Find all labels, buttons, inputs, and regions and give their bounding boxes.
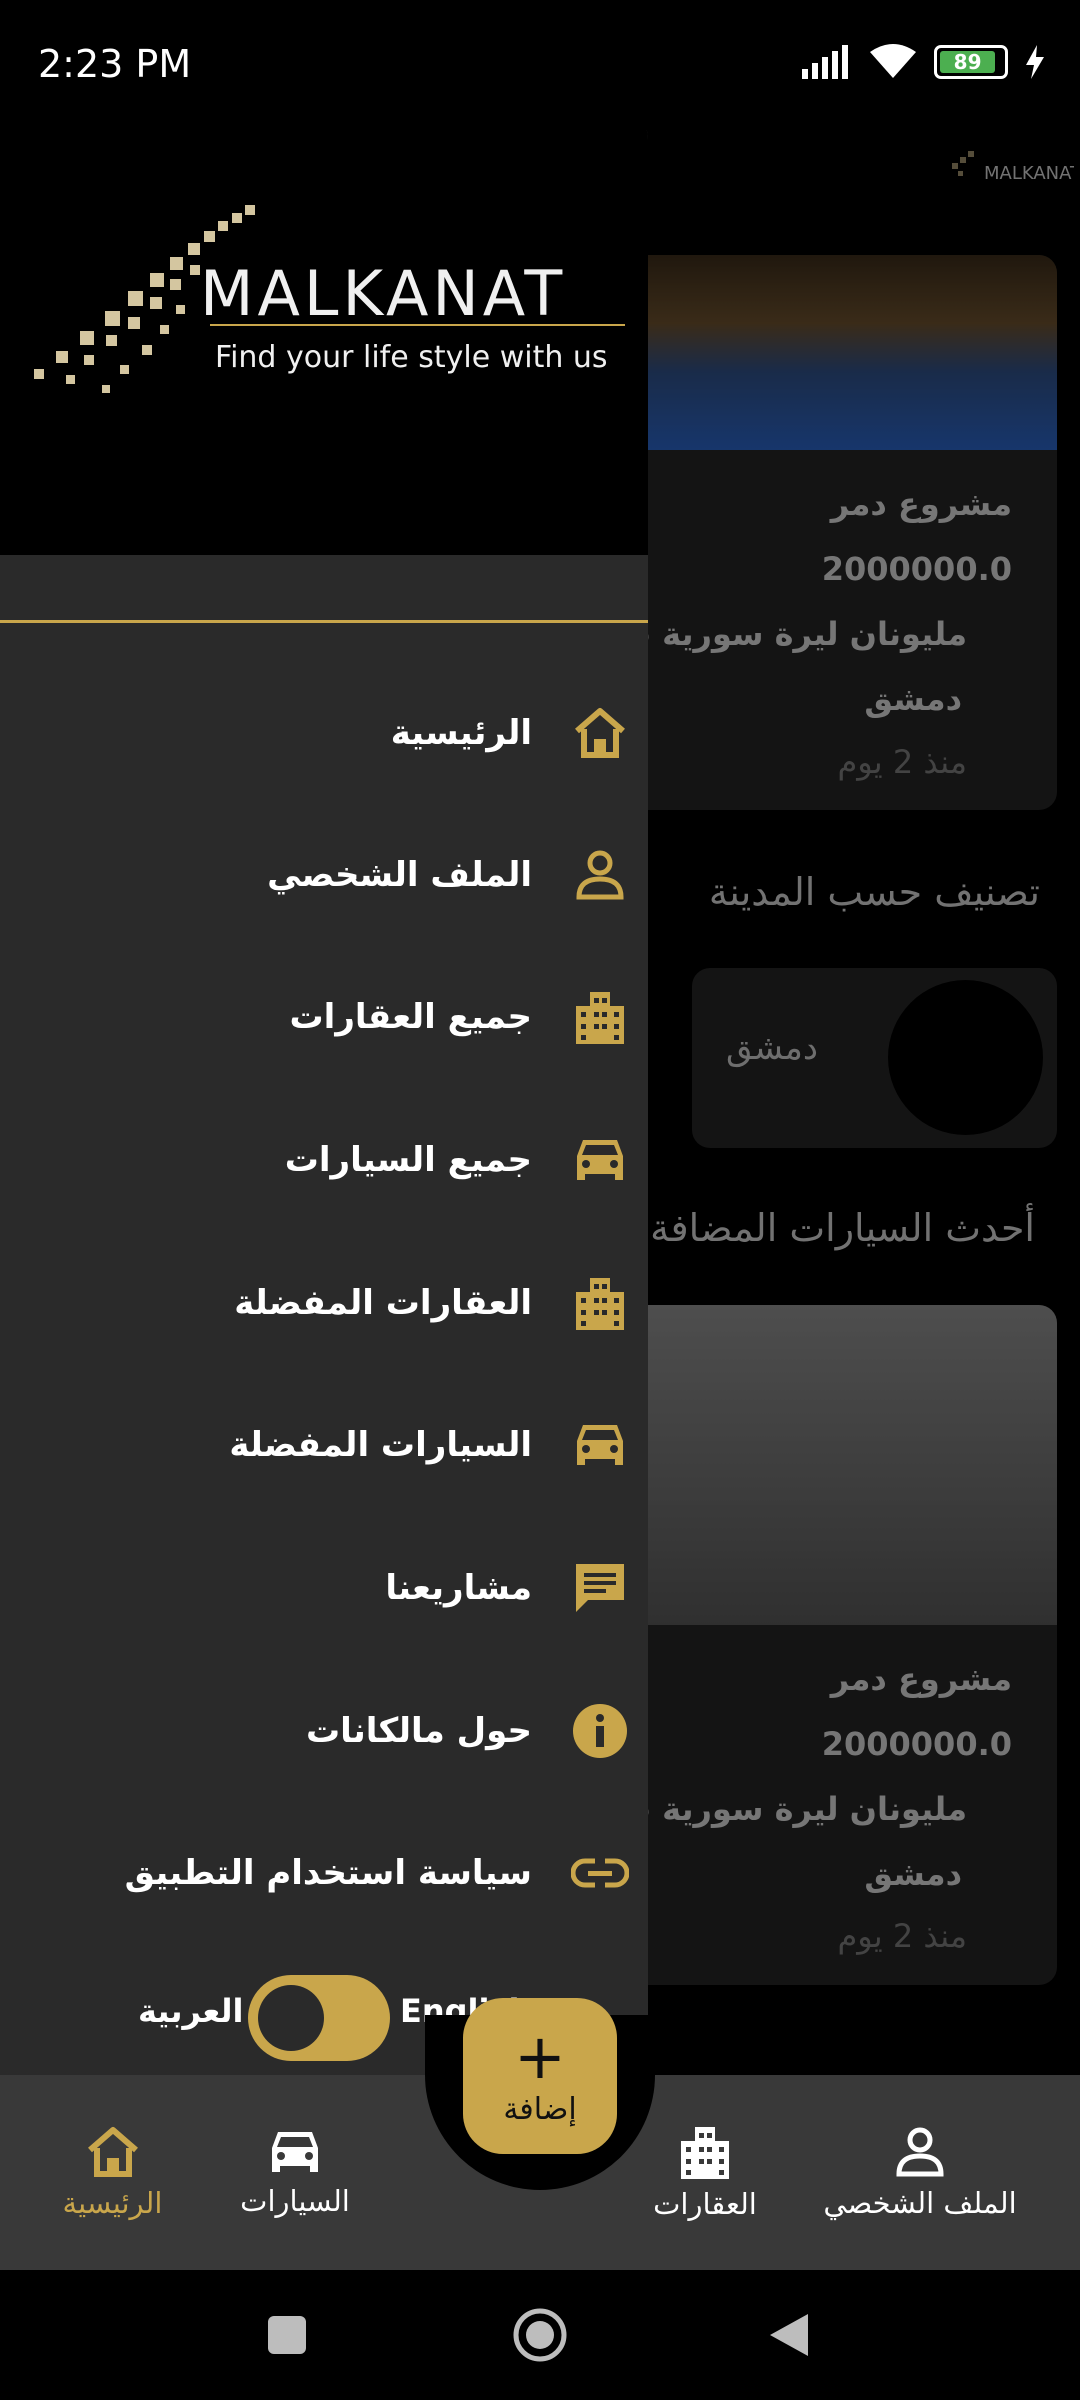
menu-label: جميع السيارات: [284, 1140, 532, 1180]
back-icon[interactable]: [768, 2312, 812, 2358]
malkanat-logo: MALKANAT Find your life style with us: [34, 205, 625, 393]
nav-label: الملف الشخصي: [823, 2185, 1017, 2220]
home-icon: [87, 2126, 138, 2177]
message-icon: [570, 1558, 630, 1618]
person-icon: [570, 845, 630, 905]
menu-label: العقارات المفضلة: [234, 1283, 532, 1323]
navigation-drawer: MALKANAT Find your life style with us ال…: [0, 100, 648, 2075]
menu-item-profile[interactable]: الملف الشخصي: [30, 820, 630, 930]
toggle-knob: [258, 1985, 324, 2051]
menu-item-all-properties[interactable]: جميع العقارات: [30, 962, 630, 1072]
menu-label: حول مالكانات: [306, 1711, 532, 1751]
menu-item-our-projects[interactable]: مشاريعنا: [30, 1533, 630, 1643]
menu-label: مشاريعنا: [385, 1568, 532, 1608]
menu-item-all-cars[interactable]: جميع السيارات: [30, 1105, 630, 1215]
home-icon: [570, 703, 630, 763]
building-icon: [570, 1273, 630, 1333]
system-navigation-bar: [0, 2270, 1080, 2400]
link-icon: [570, 1843, 630, 1903]
plus-icon: +: [514, 2019, 566, 2093]
menu-item-about[interactable]: حول مالكانات: [30, 1676, 630, 1786]
svg-text:MALKANAT: MALKANAT: [200, 257, 566, 330]
recents-icon[interactable]: [266, 2314, 308, 2356]
wifi-icon: [870, 44, 916, 78]
svg-text:Find your life style with us: Find your life style with us: [215, 340, 608, 375]
car-icon: [570, 1415, 630, 1475]
nav-label: العقارات: [653, 2186, 757, 2221]
building-icon: [681, 2126, 729, 2179]
info-icon: [570, 1701, 630, 1761]
home-button-icon[interactable]: [512, 2307, 568, 2363]
status-icons: 89: [800, 44, 1044, 80]
person-icon: [896, 2127, 944, 2176]
building-icon: [570, 987, 630, 1047]
battery-level: 89: [940, 50, 996, 74]
battery-icon: 89: [934, 45, 1008, 79]
charging-icon: [1026, 45, 1044, 79]
nav-item-properties[interactable]: العقارات: [640, 2075, 770, 2270]
car-icon: [272, 2131, 318, 2172]
menu-item-usage-policy[interactable]: سياسة استخدام التطبيق: [30, 1818, 630, 1928]
status-time: 2:23 PM: [38, 42, 192, 86]
nav-label: الرئيسية: [62, 2185, 163, 2220]
add-button[interactable]: + إضافة: [463, 1998, 617, 2154]
status-bar: 2:23 PM 89: [0, 0, 1080, 130]
language-toggle[interactable]: [248, 1975, 390, 2061]
nav-item-cars[interactable]: السيارات: [230, 2075, 360, 2270]
menu-label: الرئيسية: [390, 713, 532, 753]
menu-label: السيارات المفضلة: [229, 1425, 532, 1465]
menu-item-favorite-cars[interactable]: السيارات المفضلة: [30, 1390, 630, 1500]
menu-label: سياسة استخدام التطبيق: [124, 1853, 532, 1893]
menu-label: جميع العقارات: [289, 997, 532, 1037]
language-arabic-label: العربية: [138, 1992, 244, 2030]
drawer-divider: [0, 620, 648, 623]
drawer-header: MALKANAT Find your life style with us: [0, 100, 648, 555]
nav-item-profile[interactable]: الملف الشخصي: [820, 2075, 1020, 2270]
menu-label: الملف الشخصي: [267, 855, 532, 895]
nav-label: السيارات: [240, 2183, 350, 2218]
menu-item-home[interactable]: الرئيسية: [30, 678, 630, 788]
add-button-label: إضافة: [503, 2091, 577, 2127]
car-icon: [570, 1130, 630, 1190]
signal-icon: [802, 45, 848, 79]
nav-item-home[interactable]: الرئيسية: [50, 2075, 175, 2270]
menu-item-favorite-properties[interactable]: العقارات المفضلة: [30, 1248, 630, 1358]
